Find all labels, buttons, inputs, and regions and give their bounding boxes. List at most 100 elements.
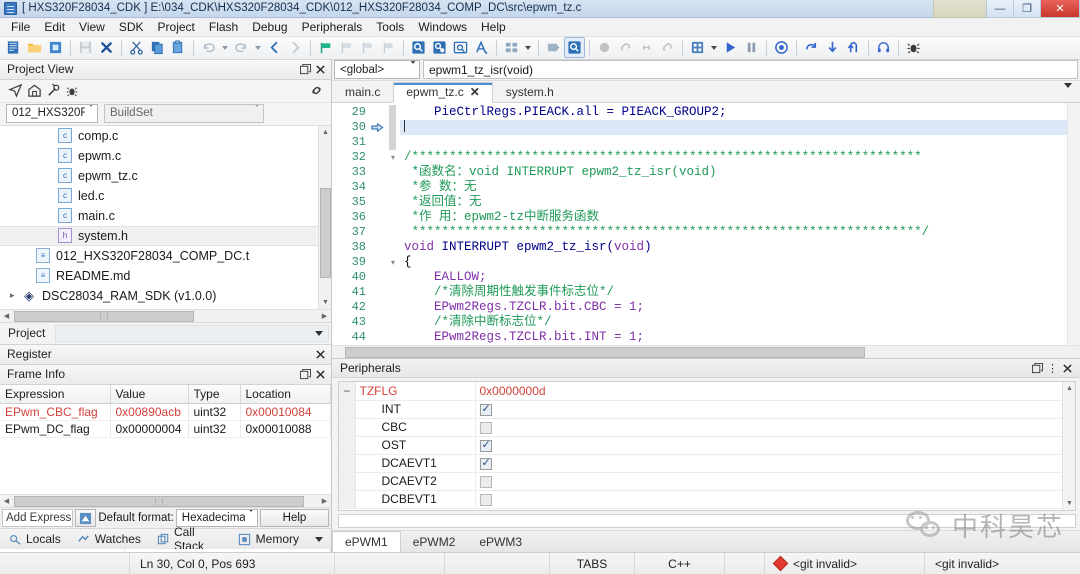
- link-icon[interactable]: [307, 82, 325, 100]
- compile-icon[interactable]: [543, 37, 564, 58]
- build-icon[interactable]: [44, 82, 62, 100]
- menu-debug[interactable]: Debug: [245, 18, 294, 36]
- menu-view[interactable]: View: [72, 18, 112, 36]
- status-language[interactable]: C++: [635, 552, 725, 574]
- format-icon[interactable]: [471, 37, 492, 58]
- close-x-icon[interactable]: [96, 37, 117, 58]
- register-expander[interactable]: −: [339, 382, 356, 401]
- bit-value-cell[interactable]: [474, 436, 1075, 455]
- tab-watches[interactable]: Watches: [69, 529, 149, 550]
- editor-tab-main-c[interactable]: main.c: [332, 81, 393, 102]
- bit-checkbox[interactable]: [479, 475, 492, 488]
- tree-item-system-h[interactable]: h system.h: [0, 225, 331, 246]
- peripherals-table-wrapper[interactable]: − TZFLG 0x0000000d INT CBC: [338, 381, 1076, 511]
- connect-icon[interactable]: [594, 37, 615, 58]
- menu-help[interactable]: Help: [474, 18, 513, 36]
- close-icon[interactable]: [314, 63, 327, 76]
- menu-sdk[interactable]: SDK: [112, 18, 151, 36]
- maximize-button[interactable]: ❐: [1013, 0, 1041, 18]
- undo-dropdown-icon[interactable]: [219, 37, 231, 58]
- tab-close-icon[interactable]: ✕: [470, 85, 480, 99]
- project-tree-hscrollbar[interactable]: ◀ ⋮⋮ ▶: [0, 308, 331, 322]
- bit-checkbox[interactable]: [479, 456, 492, 470]
- scope-combo[interactable]: <global>: [334, 60, 420, 80]
- menu-flash[interactable]: Flash: [202, 18, 245, 36]
- menu-tools[interactable]: Tools: [369, 18, 411, 36]
- more-vertical-icon[interactable]: ⋮: [1046, 362, 1059, 375]
- open-folder-icon[interactable]: [24, 37, 45, 58]
- grid-icon[interactable]: [501, 37, 522, 58]
- tab-epwm3[interactable]: ePWM3: [467, 531, 534, 552]
- undo-icon[interactable]: [198, 37, 219, 58]
- bookmark-next-icon[interactable]: [357, 37, 378, 58]
- column-type[interactable]: Type: [188, 384, 241, 405]
- editor-tabs-overflow-button[interactable]: [1056, 82, 1080, 102]
- help-button[interactable]: Help: [259, 509, 329, 528]
- build-all-icon[interactable]: [564, 37, 585, 58]
- fold-toggle-icon[interactable]: ▾: [386, 255, 400, 270]
- bookmark-prev-icon[interactable]: [336, 37, 357, 58]
- code-folding-gutter[interactable]: ▾ ▾: [386, 102, 400, 345]
- scroll-right-icon[interactable]: ▶: [318, 495, 331, 508]
- bit-row[interactable]: OST: [339, 436, 1075, 455]
- project-tree-scrollbar[interactable]: ▲ ▼: [318, 125, 331, 309]
- float-panel-icon[interactable]: [299, 63, 312, 76]
- scroll-right-icon[interactable]: ▶: [318, 309, 331, 322]
- console-icon[interactable]: [873, 37, 894, 58]
- tab-memory[interactable]: Memory: [230, 529, 307, 550]
- minimize-button[interactable]: —: [986, 0, 1014, 18]
- bookmark-clear-icon[interactable]: [378, 37, 399, 58]
- menu-edit[interactable]: Edit: [37, 18, 72, 36]
- back-icon[interactable]: [264, 37, 285, 58]
- fold-toggle-icon[interactable]: ▾: [386, 150, 400, 165]
- hscrollbar-thumb[interactable]: ⋮⋮: [14, 496, 304, 508]
- forward-icon[interactable]: [285, 37, 306, 58]
- tabs-overflow-button[interactable]: [307, 529, 331, 550]
- scroll-left-icon[interactable]: ◀: [0, 495, 13, 508]
- project-strip-combo[interactable]: [55, 324, 329, 342]
- peripherals-hscrollbar[interactable]: [338, 514, 1076, 528]
- bit-row[interactable]: DCBEVT1: [339, 490, 1075, 509]
- table-row[interactable]: EPwm_CBC_flag 0x00890acb uint32 0x000100…: [0, 403, 331, 422]
- status-git[interactable]: <git invalid>: [765, 552, 925, 574]
- bit-checkbox[interactable]: [479, 402, 492, 416]
- bit-value-cell[interactable]: [474, 418, 1075, 437]
- project-tree[interactable]: c comp.c c epwm.c c epwm_tz.c c led.c c: [0, 124, 331, 309]
- navigate-icon[interactable]: [6, 82, 24, 100]
- code-text-area[interactable]: PieCtrlRegs.PIEACK.all = PIEACK_GROUP2; …: [400, 103, 1080, 345]
- bit-checkbox[interactable]: [479, 421, 492, 434]
- cut-icon[interactable]: [126, 37, 147, 58]
- float-panel-icon[interactable]: [299, 368, 312, 381]
- step-over-icon[interactable]: [801, 37, 822, 58]
- peripherals-scrollbar[interactable]: ▲ ▼: [1062, 382, 1075, 510]
- bit-value-cell[interactable]: [474, 490, 1075, 509]
- bit-row[interactable]: INT: [339, 400, 1075, 419]
- column-location[interactable]: Location: [240, 384, 331, 405]
- menu-file[interactable]: File: [4, 18, 37, 36]
- table-row[interactable]: EPwm_DC_flag 0x00000004 uint32 0x0001008…: [0, 420, 331, 439]
- pause-icon[interactable]: [741, 37, 762, 58]
- tree-item-sdk[interactable]: ▸ ◈ DSC28034_RAM_SDK (v1.0.0): [0, 286, 331, 306]
- bit-row[interactable]: DCAEVT1: [339, 454, 1075, 473]
- editor-tab-epwm-tz-c[interactable]: epwm_tz.c ✕: [393, 81, 493, 103]
- scroll-down-icon[interactable]: ▼: [319, 295, 331, 309]
- bit-value-cell[interactable]: [474, 400, 1075, 419]
- paste-icon[interactable]: [168, 37, 189, 58]
- close-icon[interactable]: [314, 348, 327, 361]
- add-expression-input[interactable]: Add Expressic: [2, 509, 74, 528]
- link-icon[interactable]: [636, 37, 657, 58]
- debug-dropdown-icon[interactable]: [708, 37, 720, 58]
- find-in-files-icon[interactable]: [450, 37, 471, 58]
- hscrollbar-thumb[interactable]: [345, 347, 865, 358]
- expander-icon[interactable]: ▸: [10, 290, 22, 301]
- breakpoint-icon[interactable]: [771, 37, 792, 58]
- column-expression[interactable]: Expression: [0, 384, 111, 405]
- extra-button[interactable]: [933, 0, 987, 18]
- tree-item-epwm-tz-c[interactable]: c epwm_tz.c: [0, 166, 331, 186]
- frame-info-hscrollbar[interactable]: ◀ ⋮⋮ ▶: [0, 494, 331, 508]
- tab-locals[interactable]: Locals: [0, 529, 69, 550]
- grid-dropdown-icon[interactable]: [522, 37, 534, 58]
- scroll-down-icon[interactable]: ▼: [1063, 497, 1075, 510]
- function-combo[interactable]: epwm1_tz_isr(void): [423, 60, 1078, 80]
- menu-windows[interactable]: Windows: [411, 18, 474, 36]
